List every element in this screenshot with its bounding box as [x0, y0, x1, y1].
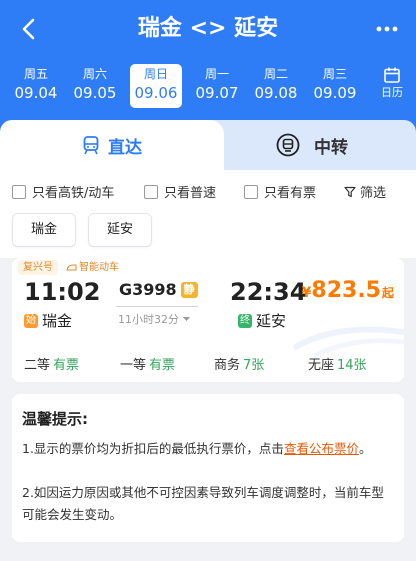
tip-1-end: 。: [358, 441, 372, 456]
filter-has-ticket[interactable]: 只看有票: [244, 182, 316, 201]
filter-normal-speed-label: 只看普速: [164, 186, 217, 201]
quiet-badge: 静: [180, 281, 198, 298]
smart-train-tag: 智能动车: [66, 260, 119, 275]
seat-business: 商务 7张: [214, 354, 264, 373]
duration[interactable]: 11小时32分: [118, 311, 191, 327]
date-selector: 周五 09.04 周六 09.05 周日 09.06 周一 09.07 周二 0…: [10, 64, 362, 108]
date-value: 09.04: [14, 84, 58, 102]
tip-item-2: 2.如因运力原因或其他不可控因素导致列车调度调整时，当前车型可能会发生变动。: [22, 485, 384, 522]
date-item[interactable]: 周一 09.07: [191, 64, 243, 108]
price-suffix: 起: [381, 286, 394, 300]
train-icon: [83, 136, 99, 155]
seat-name: 商务: [214, 358, 241, 373]
seat-first-class: 一等 有票: [120, 354, 175, 373]
end-badge: 终: [238, 313, 252, 328]
tab-transfer[interactable]: 中转: [208, 120, 416, 170]
from-station: 始 瑞金: [24, 310, 72, 331]
tips-card: 温馨提示: 1.显示的票价均为折扣后的最低执行票价，点击查看公布票价。 2.如因…: [12, 394, 404, 542]
arrive-time: 22:34: [230, 278, 307, 306]
station-chip-to[interactable]: 延安: [88, 213, 153, 247]
date-item[interactable]: 周六 09.05: [69, 64, 121, 108]
date-item[interactable]: 周二 09.08: [250, 64, 302, 108]
filter-bar: 只看高铁/动车 只看普速 只看有票 筛选: [12, 180, 404, 202]
date-item-selected[interactable]: 周日 09.06: [130, 64, 182, 108]
filter-high-speed[interactable]: 只看高铁/动车: [12, 182, 114, 201]
date-item[interactable]: 周三 09.09: [309, 64, 361, 108]
tab-direct-label: 直达: [108, 137, 142, 158]
start-badge: 始: [24, 313, 38, 328]
date-item[interactable]: 周五 09.04: [10, 64, 62, 108]
calendar-icon: [384, 67, 400, 83]
header: 瑞金 <> 延安 周五 09.04 周六 09.05 周日 09.06 周一 0…: [0, 0, 416, 140]
from-station-label: 瑞金: [42, 312, 73, 330]
to-station: 终 延安: [238, 310, 286, 331]
seat-no-seat: 无座 14张: [308, 354, 367, 373]
price-currency: ¥: [301, 285, 312, 301]
seat-name: 一等: [120, 358, 147, 373]
date-weekday: 周三: [322, 67, 347, 81]
checkbox: [12, 184, 26, 199]
tip-1-text: 1.显示的票价均为折扣后的最低执行票价，点击: [22, 441, 284, 456]
checkbox: [144, 184, 158, 199]
filter-high-speed-label: 只看高铁/动车: [32, 186, 115, 201]
route-line: [116, 306, 198, 307]
route-title: 瑞金 <> 延安: [137, 16, 279, 41]
price-amount: 823.5: [311, 278, 381, 303]
smart-train-icon: [66, 264, 77, 271]
transfer-icon: [276, 133, 300, 157]
date-value: 09.09: [313, 84, 357, 102]
seat-second-class: 二等 有票: [24, 354, 79, 373]
tips-title: 温馨提示:: [22, 410, 88, 428]
smart-train-label: 智能动车: [79, 262, 119, 273]
checkbox: [244, 184, 258, 199]
date-value: 09.06: [134, 84, 178, 102]
fuxing-tag: 复兴号: [18, 260, 58, 275]
filter-has-ticket-label: 只看有票: [264, 186, 317, 201]
more-icon[interactable]: [370, 14, 404, 44]
date-weekday: 周一: [204, 67, 229, 81]
filter-panel: 只看高铁/动车 只看普速 只看有票 筛选 瑞金 延安: [0, 170, 416, 258]
seat-availability: 14张: [337, 358, 367, 373]
filter-label: 筛选: [359, 186, 386, 201]
seat-availability: 有票: [53, 358, 80, 373]
duration-label: 11小时32分: [118, 313, 179, 326]
filter-normal-speed[interactable]: 只看普速: [144, 182, 216, 201]
train-card[interactable]: 复兴号 智能动车 11:02 G3998 静 11小时32分 22:34 ¥ 8…: [12, 258, 404, 382]
price: ¥ 823.5 起: [302, 278, 394, 303]
seat-availability: 7张: [243, 358, 265, 373]
depart-time: 11:02: [24, 278, 101, 306]
mode-tabs: 中转 直达: [0, 120, 416, 170]
to-station-label: 延安: [256, 312, 287, 330]
seat-name: 无座: [308, 358, 335, 373]
date-weekday: 周二: [263, 67, 288, 81]
calendar-button[interactable]: 日历: [374, 64, 410, 108]
seat-list: 二等 有票 一等 有票 商务 7张 无座 14张: [12, 348, 404, 378]
tab-transfer-label: 中转: [314, 137, 348, 158]
calendar-label: 日历: [381, 86, 403, 99]
seat-availability: 有票: [149, 358, 176, 373]
date-value: 09.07: [195, 84, 239, 102]
tab-direct[interactable]: 直达: [0, 120, 224, 170]
date-weekday: 周日: [143, 67, 168, 81]
filter-button[interactable]: 筛选: [344, 182, 386, 201]
caret-down-icon: [183, 317, 190, 321]
train-number-label: G3998: [119, 280, 177, 299]
tip-item-1: 1.显示的票价均为折扣后的最低执行票价，点击查看公布票价。: [22, 438, 392, 460]
seat-name: 二等: [24, 358, 51, 373]
view-published-price-link[interactable]: 查看公布票价: [284, 441, 359, 456]
date-value: 09.08: [254, 84, 298, 102]
train-number: G3998 静: [119, 280, 198, 299]
date-value: 09.05: [73, 84, 117, 102]
station-chip-from[interactable]: 瑞金: [12, 213, 77, 247]
funnel-icon: [344, 186, 356, 197]
date-weekday: 周五: [23, 67, 48, 81]
date-weekday: 周六: [82, 67, 107, 81]
